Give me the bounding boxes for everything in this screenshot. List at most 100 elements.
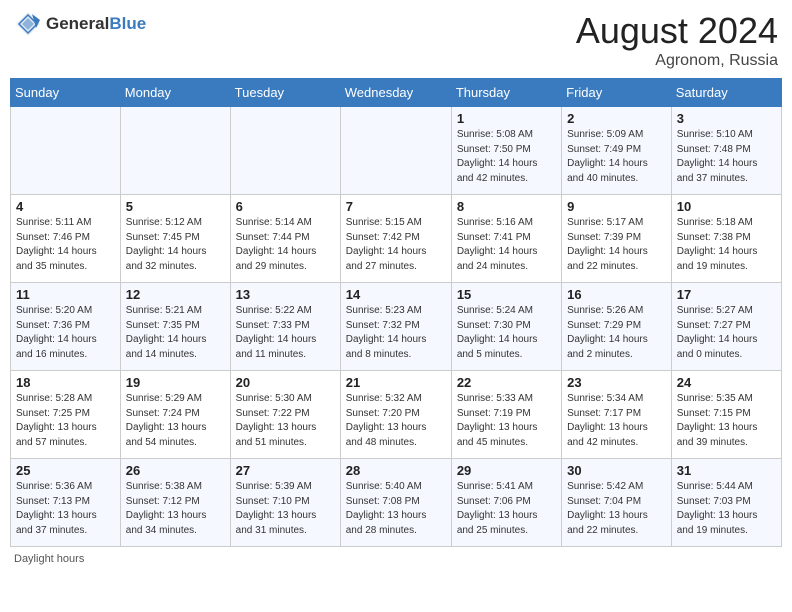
day-number: 30 [567, 463, 666, 478]
calendar-cell: 22 Sunrise: 5:33 AM Sunset: 7:19 PM Dayli… [451, 371, 561, 459]
weekday-header-friday: Friday [562, 79, 672, 107]
calendar-cell: 30 Sunrise: 5:42 AM Sunset: 7:04 PM Dayli… [562, 459, 672, 547]
calendar-cell: 15 Sunrise: 5:24 AM Sunset: 7:30 PM Dayli… [451, 283, 561, 371]
day-number: 27 [236, 463, 335, 478]
weekday-header-saturday: Saturday [671, 79, 781, 107]
day-info: Sunrise: 5:08 AM Sunset: 7:50 PM Dayligh… [457, 128, 556, 186]
calendar-cell: 25Sunrise: 5:36 AM Sunset: 7:13 PM Dayli… [11, 459, 121, 547]
calendar-cell: 3 Sunrise: 5:10 AM Sunset: 7:48 PM Daylig… [671, 107, 781, 195]
day-number: 23 [567, 375, 666, 390]
day-number: 8 [457, 199, 556, 214]
day-info: Sunrise: 5:14 AM Sunset: 7:44 PM Dayligh… [236, 216, 335, 274]
day-info: Sunrise: 5:29 AM Sunset: 7:24 PM Dayligh… [126, 392, 225, 450]
weekday-header-monday: Monday [120, 79, 230, 107]
calendar-cell [120, 107, 230, 195]
day-number: 24 [677, 375, 776, 390]
month-year: August 2024 [576, 10, 778, 52]
day-info: Sunrise: 5:27 AM Sunset: 7:27 PM Dayligh… [677, 304, 776, 362]
footer: Daylight hours [10, 553, 782, 565]
day-info: Sunrise: 5:10 AM Sunset: 7:48 PM Dayligh… [677, 128, 776, 186]
day-info: Sunrise: 5:15 AM Sunset: 7:42 PM Dayligh… [346, 216, 446, 274]
day-info: Sunrise: 5:28 AM Sunset: 7:25 PM Dayligh… [16, 392, 115, 450]
day-number: 3 [677, 111, 776, 126]
day-number: 1 [457, 111, 556, 126]
day-info: Sunrise: 5:30 AM Sunset: 7:22 PM Dayligh… [236, 392, 335, 450]
day-info: Sunrise: 5:12 AM Sunset: 7:45 PM Dayligh… [126, 216, 225, 274]
day-info: Sunrise: 5:18 AM Sunset: 7:38 PM Dayligh… [677, 216, 776, 274]
day-info: Sunrise: 5:33 AM Sunset: 7:19 PM Dayligh… [457, 392, 556, 450]
calendar-week-1: 1 Sunrise: 5:08 AM Sunset: 7:50 PM Daylig… [11, 107, 782, 195]
day-info: Sunrise: 5:22 AM Sunset: 7:33 PM Dayligh… [236, 304, 335, 362]
day-info: Sunrise: 5:09 AM Sunset: 7:49 PM Dayligh… [567, 128, 666, 186]
day-info: Sunrise: 5:32 AM Sunset: 7:20 PM Dayligh… [346, 392, 446, 450]
day-info: Sunrise: 5:34 AM Sunset: 7:17 PM Dayligh… [567, 392, 666, 450]
calendar-cell: 1 Sunrise: 5:08 AM Sunset: 7:50 PM Daylig… [451, 107, 561, 195]
day-number: 29 [457, 463, 556, 478]
day-number: 9 [567, 199, 666, 214]
day-number: 13 [236, 287, 335, 302]
calendar-cell: 27 Sunrise: 5:39 AM Sunset: 7:10 PM Dayli… [230, 459, 340, 547]
calendar-cell [230, 107, 340, 195]
calendar-cell: 21 Sunrise: 5:32 AM Sunset: 7:20 PM Dayli… [340, 371, 451, 459]
day-number: 15 [457, 287, 556, 302]
day-info: Sunrise: 5:35 AM Sunset: 7:15 PM Dayligh… [677, 392, 776, 450]
day-info: Sunrise: 5:39 AM Sunset: 7:10 PM Dayligh… [236, 480, 335, 538]
day-number: 18 [16, 375, 115, 390]
calendar-cell [340, 107, 451, 195]
logo: GeneralBlue [14, 10, 146, 38]
day-info: Sunrise: 5:23 AM Sunset: 7:32 PM Dayligh… [346, 304, 446, 362]
day-number: 19 [126, 375, 225, 390]
calendar-cell: 13 Sunrise: 5:22 AM Sunset: 7:33 PM Dayli… [230, 283, 340, 371]
day-number: 6 [236, 199, 335, 214]
logo-blue-text: Blue [109, 14, 146, 33]
day-number: 31 [677, 463, 776, 478]
calendar-cell: 18 Sunrise: 5:28 AM Sunset: 7:25 PM Dayli… [11, 371, 121, 459]
day-info: Sunrise: 5:20 AM Sunset: 7:36 PM Dayligh… [16, 304, 115, 362]
daylight-hours-label: Daylight hours [14, 553, 84, 565]
calendar-cell: 19 Sunrise: 5:29 AM Sunset: 7:24 PM Dayli… [120, 371, 230, 459]
page-header: GeneralBlue August 2024 Agronom, Russia [10, 10, 782, 70]
calendar-week-3: 11Sunrise: 5:20 AM Sunset: 7:36 PM Dayli… [11, 283, 782, 371]
calendar-cell: 20 Sunrise: 5:30 AM Sunset: 7:22 PM Dayli… [230, 371, 340, 459]
calendar-cell: 9 Sunrise: 5:17 AM Sunset: 7:39 PM Daylig… [562, 195, 672, 283]
calendar-cell: 16Sunrise: 5:26 AM Sunset: 7:29 PM Dayli… [562, 283, 672, 371]
logo-general-text: General [46, 14, 109, 33]
day-info: Sunrise: 5:16 AM Sunset: 7:41 PM Dayligh… [457, 216, 556, 274]
day-info: Sunrise: 5:17 AM Sunset: 7:39 PM Dayligh… [567, 216, 666, 274]
day-number: 20 [236, 375, 335, 390]
day-info: Sunrise: 5:21 AM Sunset: 7:35 PM Dayligh… [126, 304, 225, 362]
day-number: 26 [126, 463, 225, 478]
day-number: 4 [16, 199, 115, 214]
day-info: Sunrise: 5:44 AM Sunset: 7:03 PM Dayligh… [677, 480, 776, 538]
day-info: Sunrise: 5:24 AM Sunset: 7:30 PM Dayligh… [457, 304, 556, 362]
calendar-cell: 10Sunrise: 5:18 AM Sunset: 7:38 PM Dayli… [671, 195, 781, 283]
day-number: 12 [126, 287, 225, 302]
day-info: Sunrise: 5:36 AM Sunset: 7:13 PM Dayligh… [16, 480, 115, 538]
day-info: Sunrise: 5:11 AM Sunset: 7:46 PM Dayligh… [16, 216, 115, 274]
calendar-cell: 14 Sunrise: 5:23 AM Sunset: 7:32 PM Dayli… [340, 283, 451, 371]
location: Agronom, Russia [576, 52, 778, 70]
calendar-cell: 5Sunrise: 5:12 AM Sunset: 7:45 PM Daylig… [120, 195, 230, 283]
calendar-week-5: 25Sunrise: 5:36 AM Sunset: 7:13 PM Dayli… [11, 459, 782, 547]
logo-icon [14, 10, 42, 38]
day-info: Sunrise: 5:40 AM Sunset: 7:08 PM Dayligh… [346, 480, 446, 538]
day-number: 14 [346, 287, 446, 302]
weekday-header-tuesday: Tuesday [230, 79, 340, 107]
calendar-cell: 4 Sunrise: 5:11 AM Sunset: 7:46 PM Daylig… [11, 195, 121, 283]
day-info: Sunrise: 5:42 AM Sunset: 7:04 PM Dayligh… [567, 480, 666, 538]
day-number: 17 [677, 287, 776, 302]
calendar-cell: 8 Sunrise: 5:16 AM Sunset: 7:41 PM Daylig… [451, 195, 561, 283]
calendar-cell: 2Sunrise: 5:09 AM Sunset: 7:49 PM Daylig… [562, 107, 672, 195]
calendar-cell: 17 Sunrise: 5:27 AM Sunset: 7:27 PM Dayli… [671, 283, 781, 371]
day-number: 28 [346, 463, 446, 478]
weekday-header-wednesday: Wednesday [340, 79, 451, 107]
weekday-header-thursday: Thursday [451, 79, 561, 107]
calendar-cell: 26Sunrise: 5:38 AM Sunset: 7:12 PM Dayli… [120, 459, 230, 547]
calendar-cell: 11Sunrise: 5:20 AM Sunset: 7:36 PM Dayli… [11, 283, 121, 371]
day-number: 22 [457, 375, 556, 390]
calendar-table: SundayMondayTuesdayWednesdayThursdayFrid… [10, 78, 782, 547]
calendar-cell: 7Sunrise: 5:15 AM Sunset: 7:42 PM Daylig… [340, 195, 451, 283]
calendar-cell: 6 Sunrise: 5:14 AM Sunset: 7:44 PM Daylig… [230, 195, 340, 283]
day-number: 21 [346, 375, 446, 390]
calendar-cell: 31 Sunrise: 5:44 AM Sunset: 7:03 PM Dayli… [671, 459, 781, 547]
